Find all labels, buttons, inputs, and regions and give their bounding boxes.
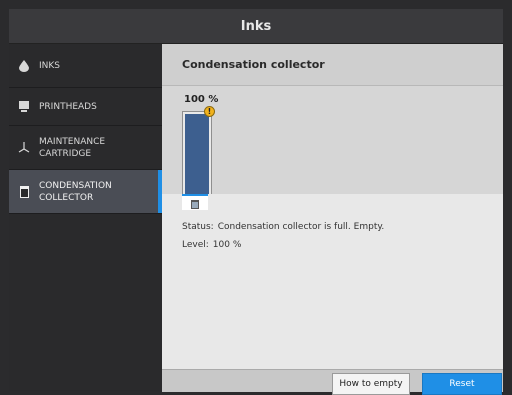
level-value: 100 % <box>212 240 242 250</box>
level-line: Level: 100 % <box>182 240 241 250</box>
ink-drop-icon <box>9 59 39 72</box>
printhead-icon <box>9 100 39 113</box>
panel-title: Condensation collector <box>162 44 503 86</box>
sidebar-item-inks[interactable]: INKS <box>9 44 162 88</box>
condensation-collector-icon <box>191 194 199 213</box>
how-to-empty-button[interactable]: How to empty <box>332 373 410 395</box>
sidebar: INKS PRINTHEADS MAINTENANCE CARTRIDGE CO… <box>9 44 162 391</box>
sidebar-item-maintenance-cartridge[interactable]: MAINTENANCE CARTRIDGE <box>9 126 162 170</box>
status-key: Status: <box>182 222 214 232</box>
collector-tab[interactable] <box>182 194 208 210</box>
footer-bar: How to empty Reset <box>162 369 503 395</box>
sidebar-item-printheads[interactable]: PRINTHEADS <box>9 88 162 126</box>
status-area: Status: Condensation collector is full. E… <box>162 194 503 369</box>
sidebar-item-label: MAINTENANCE CARTRIDGE <box>39 136 106 159</box>
level-key: Level: <box>182 240 209 250</box>
condensation-collector-icon <box>9 185 39 198</box>
sidebar-item-label: PRINTHEADS <box>39 101 97 112</box>
level-percent-label: 100 % <box>184 94 219 105</box>
sidebar-item-condensation-collector[interactable]: CONDENSATION COLLECTOR <box>9 170 162 214</box>
status-value: Condensation collector is full. Empty. <box>217 222 385 232</box>
reset-button[interactable]: Reset <box>422 373 502 395</box>
window-title: Inks <box>9 9 503 44</box>
main-panel: Condensation collector 100 % ! Status: Co… <box>162 44 503 395</box>
maintenance-cartridge-icon <box>9 141 39 154</box>
sidebar-item-label: INKS <box>39 60 61 71</box>
status-line: Status: Condensation collector is full. E… <box>182 222 384 232</box>
sidebar-item-label: CONDENSATION COLLECTOR <box>39 180 112 203</box>
warning-icon: ! <box>204 106 215 117</box>
